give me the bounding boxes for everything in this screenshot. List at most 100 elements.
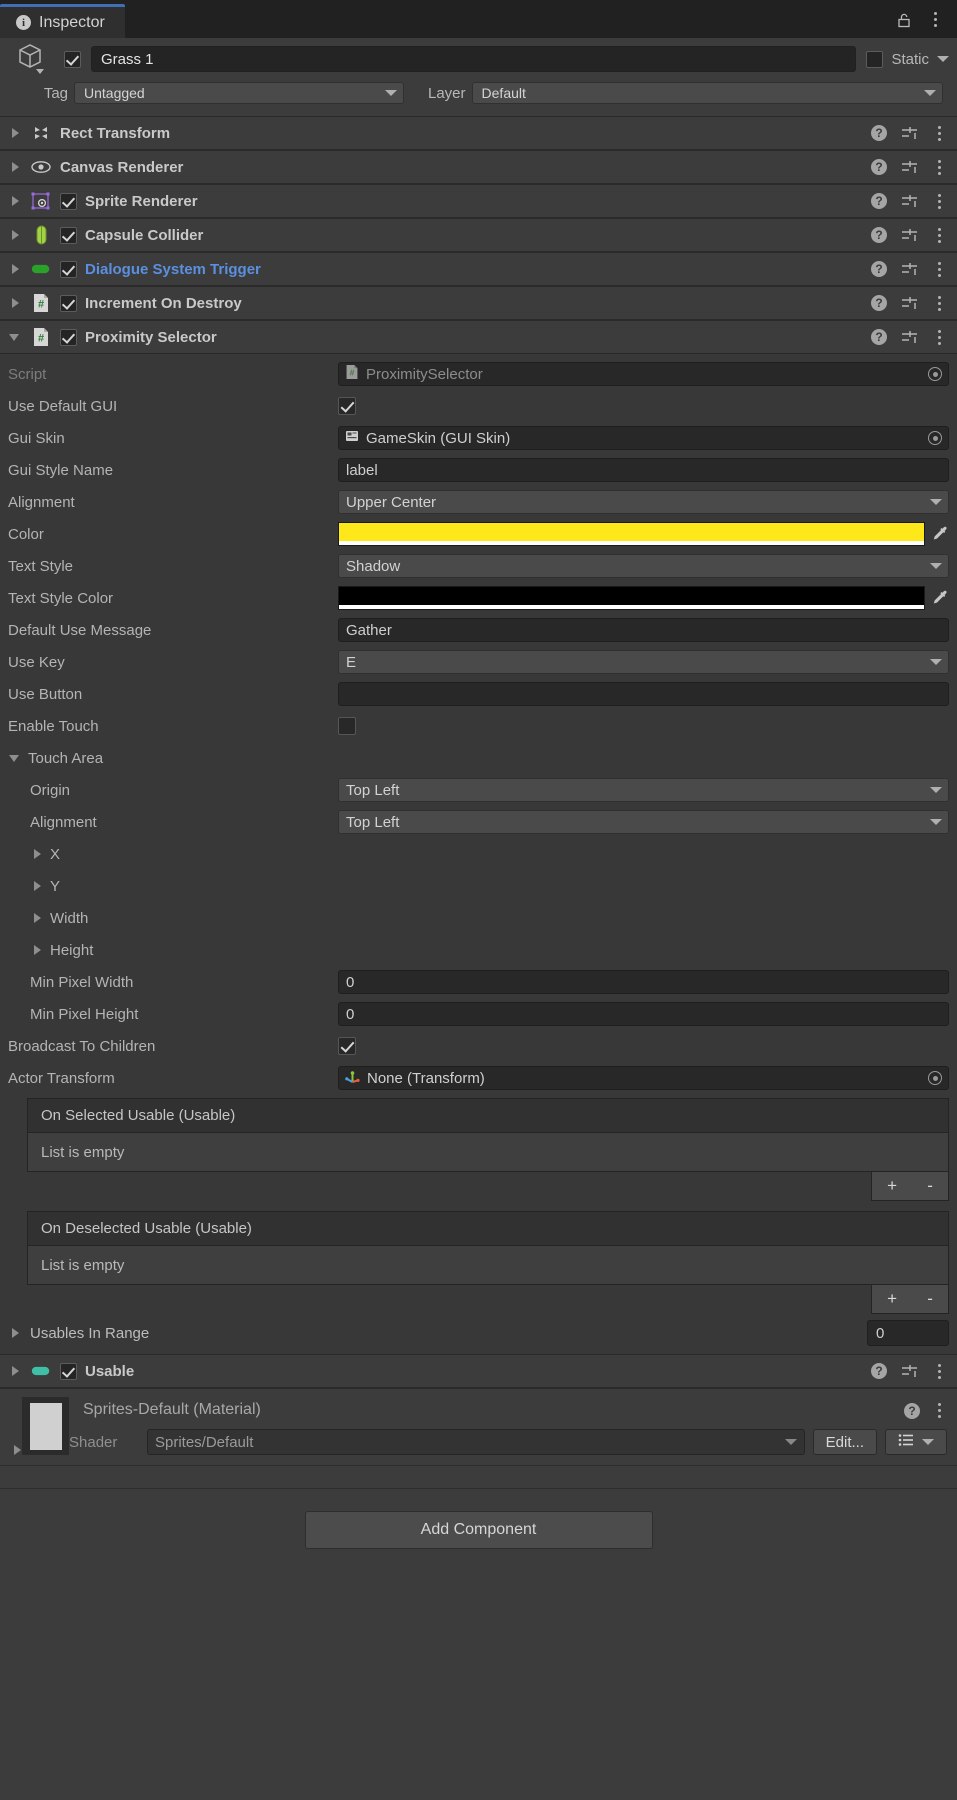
- kebab-menu-icon[interactable]: [932, 158, 947, 177]
- preset-icon[interactable]: [901, 296, 918, 311]
- static-checkbox[interactable]: [866, 50, 884, 68]
- foldout-arrow-icon[interactable]: [8, 296, 22, 310]
- default-use-message-input[interactable]: Gather: [338, 618, 949, 642]
- preset-icon[interactable]: [901, 126, 918, 141]
- touch-area-group[interactable]: Touch Area: [8, 750, 338, 767]
- row-touch-area-x[interactable]: X: [0, 838, 957, 870]
- object-picker-icon[interactable]: [928, 367, 942, 381]
- event-list-body[interactable]: List is empty: [27, 1132, 949, 1172]
- event-add-button[interactable]: +: [883, 1176, 901, 1196]
- tag-dropdown[interactable]: Untagged: [74, 82, 404, 104]
- foldout-arrow-icon[interactable]: [8, 262, 22, 276]
- help-icon[interactable]: ?: [871, 125, 887, 141]
- enable-touch-checkbox[interactable]: [338, 717, 356, 735]
- foldout-arrow-icon[interactable]: [30, 911, 44, 925]
- foldout-arrow-icon[interactable]: [8, 1364, 22, 1378]
- preset-icon[interactable]: [901, 228, 918, 243]
- broadcast-to-children-checkbox[interactable]: [338, 1037, 356, 1055]
- preset-icon[interactable]: [901, 160, 918, 175]
- touch-area-width-group[interactable]: Width: [8, 910, 338, 927]
- static-chevron-down-icon[interactable]: [937, 56, 949, 62]
- component-enabled-checkbox[interactable]: [60, 192, 77, 210]
- foldout-arrow-icon[interactable]: [8, 194, 22, 208]
- eyedropper-icon[interactable]: [931, 589, 949, 607]
- kebab-menu-icon[interactable]: [932, 1362, 947, 1381]
- foldout-arrow-icon[interactable]: [30, 879, 44, 893]
- help-icon[interactable]: ?: [904, 1402, 920, 1419]
- gui-style-name-input[interactable]: label: [338, 458, 949, 482]
- component-header-dialogue-system-trigger[interactable]: Dialogue System Trigger ?: [0, 252, 957, 286]
- min-pixel-height-input[interactable]: 0: [338, 1002, 949, 1026]
- shader-list-button[interactable]: [885, 1429, 947, 1455]
- layer-dropdown[interactable]: Default: [471, 82, 943, 104]
- row-touch-area[interactable]: Touch Area: [0, 742, 957, 774]
- component-enabled-checkbox[interactable]: [60, 260, 77, 278]
- touch-area-x-group[interactable]: X: [8, 846, 338, 863]
- help-icon[interactable]: ?: [871, 227, 887, 243]
- help-icon[interactable]: ?: [871, 295, 887, 311]
- foldout-arrow-icon[interactable]: [8, 126, 22, 140]
- component-enabled-checkbox[interactable]: [60, 226, 77, 244]
- usables-in-range-group[interactable]: Usables In Range: [8, 1325, 149, 1342]
- color-swatch-field[interactable]: [338, 522, 925, 546]
- kebab-menu-icon[interactable]: [932, 294, 947, 313]
- gameobject-name-input[interactable]: Grass 1: [91, 46, 857, 72]
- help-icon[interactable]: ?: [871, 1363, 887, 1379]
- alignment-dropdown[interactable]: Upper Center: [338, 490, 949, 514]
- component-header-rect-transform[interactable]: Rect Transform ?: [0, 116, 957, 150]
- component-header-canvas-renderer[interactable]: Canvas Renderer ?: [0, 150, 957, 184]
- touch-area-y-group[interactable]: Y: [8, 878, 338, 895]
- min-pixel-width-input[interactable]: 0: [338, 970, 949, 994]
- help-icon[interactable]: ?: [871, 261, 887, 277]
- preset-icon[interactable]: [901, 1364, 918, 1379]
- preset-icon[interactable]: [901, 262, 918, 277]
- help-icon[interactable]: ?: [871, 193, 887, 209]
- kebab-menu-icon[interactable]: [932, 260, 947, 279]
- component-enabled-checkbox[interactable]: [60, 1362, 77, 1380]
- object-picker-icon[interactable]: [928, 1071, 942, 1085]
- tab-inspector[interactable]: i Inspector: [0, 4, 125, 38]
- event-remove-button[interactable]: -: [923, 1289, 937, 1309]
- actor-transform-objectfield[interactable]: None (Transform): [338, 1066, 949, 1090]
- edit-shader-button[interactable]: Edit...: [812, 1429, 877, 1455]
- component-header-increment-on-destroy[interactable]: # Increment On Destroy ?: [0, 286, 957, 320]
- foldout-arrow-icon[interactable]: [30, 943, 44, 957]
- kebab-menu-icon[interactable]: [928, 10, 943, 29]
- shader-dropdown[interactable]: Sprites/Default: [147, 1429, 805, 1455]
- foldout-arrow-icon[interactable]: [8, 1326, 22, 1340]
- use-key-dropdown[interactable]: E: [338, 650, 949, 674]
- preset-icon[interactable]: [901, 330, 918, 345]
- help-icon[interactable]: ?: [871, 159, 887, 175]
- foldout-arrow-icon[interactable]: [8, 751, 22, 765]
- event-list-body[interactable]: List is empty: [27, 1245, 949, 1285]
- touch-area-height-group[interactable]: Height: [8, 942, 338, 959]
- component-header-capsule-collider[interactable]: Capsule Collider ?: [0, 218, 957, 252]
- row-touch-area-width[interactable]: Width: [0, 902, 957, 934]
- component-enabled-checkbox[interactable]: [60, 328, 77, 346]
- event-add-button[interactable]: +: [883, 1289, 901, 1309]
- touch-area-origin-dropdown[interactable]: Top Left: [338, 778, 949, 802]
- component-header-proximity-selector[interactable]: # Proximity Selector ?: [0, 320, 957, 354]
- lock-open-icon[interactable]: [896, 12, 912, 28]
- kebab-menu-icon[interactable]: [932, 226, 947, 245]
- kebab-menu-icon[interactable]: [932, 1401, 947, 1420]
- row-usables-in-range[interactable]: Usables In Range 0: [0, 1314, 957, 1352]
- gameobject-enabled-checkbox[interactable]: [64, 50, 81, 68]
- gui-skin-objectfield[interactable]: GameSkin (GUI Skin): [338, 426, 949, 450]
- use-default-gui-checkbox[interactable]: [338, 397, 356, 415]
- component-header-usable[interactable]: Usable ?: [0, 1354, 957, 1388]
- row-touch-area-y[interactable]: Y: [0, 870, 957, 902]
- preset-icon[interactable]: [901, 194, 918, 209]
- touch-area-alignment-dropdown[interactable]: Top Left: [338, 810, 949, 834]
- foldout-arrow-icon[interactable]: [8, 160, 22, 174]
- object-picker-icon[interactable]: [928, 431, 942, 445]
- add-component-button[interactable]: Add Component: [304, 1511, 653, 1549]
- text-style-dropdown[interactable]: Shadow: [338, 554, 949, 578]
- kebab-menu-icon[interactable]: [932, 328, 947, 347]
- material-foldout-arrow-icon[interactable]: [10, 1443, 24, 1457]
- eyedropper-icon[interactable]: [931, 525, 949, 543]
- help-icon[interactable]: ?: [871, 329, 887, 345]
- kebab-menu-icon[interactable]: [932, 192, 947, 211]
- event-remove-button[interactable]: -: [923, 1176, 937, 1196]
- foldout-arrow-icon[interactable]: [30, 847, 44, 861]
